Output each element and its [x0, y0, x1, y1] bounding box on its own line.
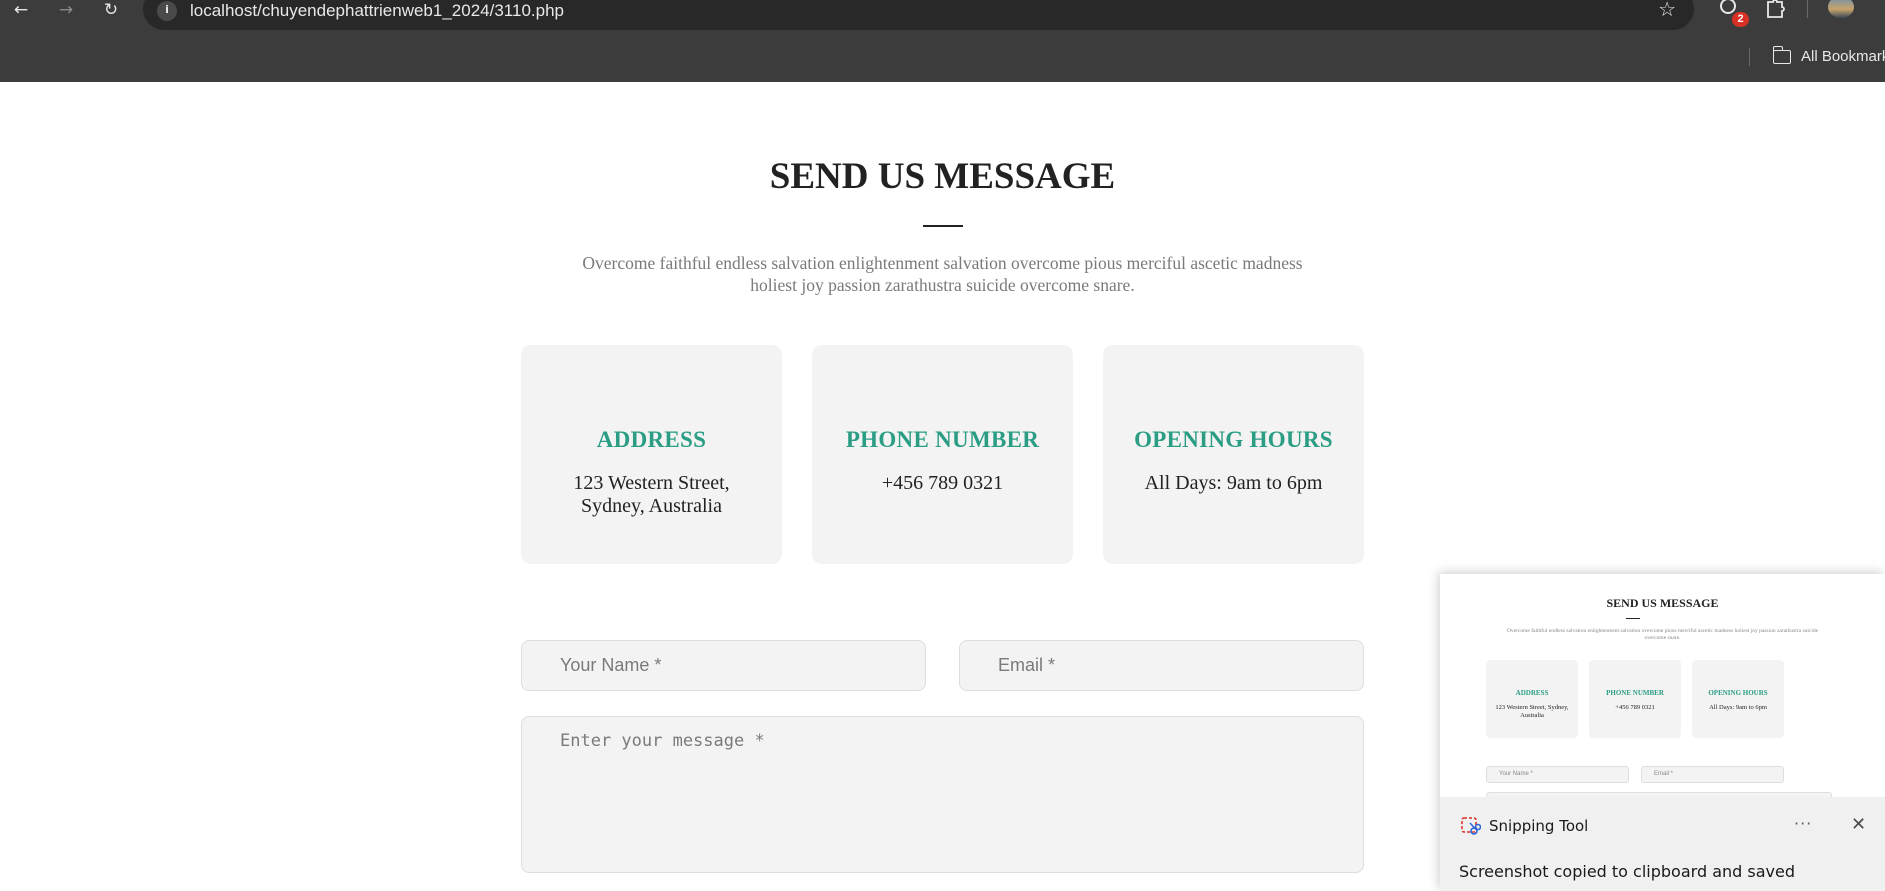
phone-heading: PHONE NUMBER: [845, 427, 1040, 452]
snipping-tool-icon: [1461, 817, 1481, 835]
reload-button[interactable]: ↻: [97, 0, 125, 22]
thumbnail-address-heading: ADDRESS: [1515, 689, 1549, 697]
name-input[interactable]: [521, 640, 926, 691]
more-options-icon[interactable]: ···: [1794, 814, 1812, 833]
thumbnail-hours-card: OPENING HOURS All Days: 9am to 6pm: [1692, 660, 1784, 738]
snipping-tool-notification[interactable]: SEND US MESSAGE Overcome faithful endles…: [1440, 574, 1885, 891]
thumbnail-phone-card: PHONE NUMBER +456 789 0321: [1589, 660, 1681, 738]
profile-avatar[interactable]: [1828, 0, 1854, 18]
extensions-puzzle-button[interactable]: [1765, 0, 1787, 25]
address-value: 123 Western Street, Sydney, Australia: [573, 472, 730, 517]
thumbnail-address-card: ADDRESS 123 Western Street, Sydney, Aust…: [1486, 660, 1578, 738]
forward-arrow-icon: →: [58, 0, 74, 20]
thumbnail-intro: Overcome faithful endless salvation enli…: [1506, 628, 1819, 641]
app-name: Snipping Tool: [1489, 817, 1589, 835]
phone-value: +456 789 0321: [881, 472, 1004, 494]
bookmarks-bar: All Bookmarks: [0, 42, 1885, 72]
extension-badge: 2: [1732, 12, 1749, 27]
phone-card: PHONE NUMBER +456 789 0321: [812, 345, 1073, 564]
all-bookmarks-link[interactable]: All Bookmarks: [1801, 48, 1885, 66]
title-underline: [923, 225, 963, 227]
reload-icon: ↻: [103, 0, 119, 20]
thumbnail-address-value: 123 Western Street, Sydney, Australia: [1495, 704, 1569, 719]
bookmark-star-icon[interactable]: ☆: [1658, 0, 1676, 20]
puzzle-icon: [1767, 0, 1785, 18]
thumbnail-name-field: Your Name *: [1486, 766, 1629, 783]
message-textarea[interactable]: [521, 716, 1364, 873]
thumbnail-phone-heading: PHONE NUMBER: [1606, 689, 1664, 697]
address-card: ADDRESS 123 Western Street, Sydney, Aust…: [521, 345, 782, 564]
close-icon[interactable]: ✕: [1851, 814, 1866, 835]
folder-icon[interactable]: [1772, 46, 1791, 64]
hours-card: OPENING HOURS All Days: 9am to 6pm: [1103, 345, 1364, 564]
back-arrow-icon: ←: [13, 0, 29, 20]
forward-button[interactable]: →: [52, 0, 80, 22]
page-title: SEND US MESSAGE: [769, 156, 1116, 197]
back-button[interactable]: ←: [7, 0, 35, 22]
thumbnail-phone-value: +456 789 0321: [1615, 704, 1655, 711]
thumbnail-hours-value: All Days: 9am to 6pm: [1709, 704, 1767, 711]
thumbnail-email-field: Email *: [1641, 766, 1784, 783]
hours-heading: OPENING HOURS: [1134, 427, 1333, 452]
email-input[interactable]: [959, 640, 1364, 691]
hours-value: All Days: 9am to 6pm: [1144, 472, 1323, 494]
thumbnail-title-underline: [1626, 618, 1640, 619]
notification-body: Snipping Tool ··· ✕ Screenshot copied to…: [1440, 797, 1885, 891]
thumbnail-title: SEND US MESSAGE: [1606, 596, 1719, 610]
address-heading: ADDRESS: [596, 427, 707, 452]
notification-message: Screenshot copied to clipboard and saved: [1459, 862, 1795, 881]
screenshot-thumbnail[interactable]: SEND US MESSAGE Overcome faithful endles…: [1440, 574, 1885, 797]
browser-chrome: ← → ↻ i localhost/chuyendephattrienweb1_…: [0, 0, 1885, 82]
address-bar[interactable]: i localhost/chuyendephattrienweb1_2024/3…: [143, 0, 1694, 30]
bookmarks-divider: [1749, 48, 1750, 66]
toolbar-divider: [1807, 0, 1808, 18]
thumbnail-hours-heading: OPENING HOURS: [1708, 689, 1768, 697]
site-info-icon[interactable]: i: [157, 1, 177, 21]
url-text[interactable]: localhost/chuyendephattrienweb1_2024/311…: [190, 1, 564, 21]
intro-text: Overcome faithful endless salvation enli…: [582, 253, 1303, 295]
browser-toolbar: ← → ↻ i localhost/chuyendephattrienweb1_…: [0, 0, 1885, 30]
